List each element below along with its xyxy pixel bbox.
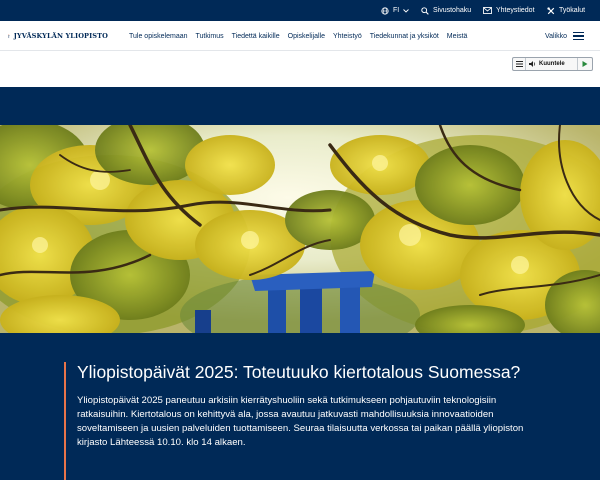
- logo-text: JYVÄSKYLÄN YLIOPISTO: [13, 32, 108, 40]
- search-icon: [421, 6, 429, 15]
- nav-item-tutkimus[interactable]: Tutkimus: [196, 33, 224, 40]
- menu-button[interactable]: Valikko: [545, 21, 584, 51]
- autumn-trees-photo: [0, 125, 600, 333]
- nav-item-meista[interactable]: Meistä: [447, 33, 468, 40]
- listen-button[interactable]: Kuuntele: [526, 58, 578, 70]
- listen-widget: Kuuntele: [512, 57, 593, 71]
- language-selector[interactable]: FI: [381, 0, 410, 21]
- contact-label: Yhteystiedot: [496, 7, 535, 14]
- tools-label: Työkalut: [559, 7, 586, 14]
- listen-menu-button[interactable]: [513, 58, 526, 70]
- nav-item-tiedekunnat[interactable]: Tiedekunnat ja yksiköt: [370, 33, 439, 40]
- contact-link[interactable]: Yhteystiedot: [483, 0, 535, 21]
- menu-label: Valikko: [544, 32, 567, 40]
- nav-item-opiskelijalle[interactable]: Opiskelijalle: [288, 33, 325, 40]
- hero-image: [0, 125, 600, 333]
- university-logo[interactable]: JYVÄSKYLÄN YLIOPISTO: [8, 25, 108, 47]
- utility-bar: FI Sivustohaku Yhteystiedot Työkalut: [0, 0, 600, 21]
- article-title[interactable]: Yliopistopäivät 2025: Toteutuuko kiertot…: [77, 362, 544, 382]
- main-header: JYVÄSKYLÄN YLIOPISTO Tule opiskelemaan T…: [0, 21, 600, 51]
- hamburger-icon: [573, 32, 584, 40]
- article-body: Yliopistopäivät 2025 paneutuu arkisiin k…: [77, 395, 524, 448]
- play-icon: [582, 61, 588, 67]
- site-search-label: Sivustohaku: [433, 7, 472, 14]
- tools-link[interactable]: Työkalut: [547, 0, 585, 21]
- chevron-down-icon: [403, 8, 410, 13]
- toolbar-band: [0, 51, 600, 87]
- list-menu-icon: [515, 61, 523, 67]
- nav-item-yhteistyo[interactable]: Yhteistyö: [333, 33, 362, 40]
- nav-item-tiedetta-kaikille[interactable]: Tiedettä kaikille: [232, 33, 280, 40]
- play-button[interactable]: [578, 58, 592, 70]
- globe-icon: [381, 6, 389, 15]
- featured-article: Yliopistopäivät 2025: Toteutuuko kiertot…: [64, 362, 544, 480]
- main-nav: Tule opiskelemaan Tutkimus Tiedettä kaik…: [129, 21, 467, 51]
- mail-icon: [483, 7, 492, 14]
- tools-icon: [547, 6, 555, 14]
- site-search-link[interactable]: Sivustohaku: [421, 0, 471, 21]
- language-label: FI: [393, 7, 400, 14]
- nav-item-tule-opiskelemaan[interactable]: Tule opiskelemaan: [129, 33, 188, 40]
- torch-logo-icon: [8, 34, 10, 39]
- listen-label: Kuuntele: [539, 61, 565, 67]
- speaker-icon: [529, 61, 536, 67]
